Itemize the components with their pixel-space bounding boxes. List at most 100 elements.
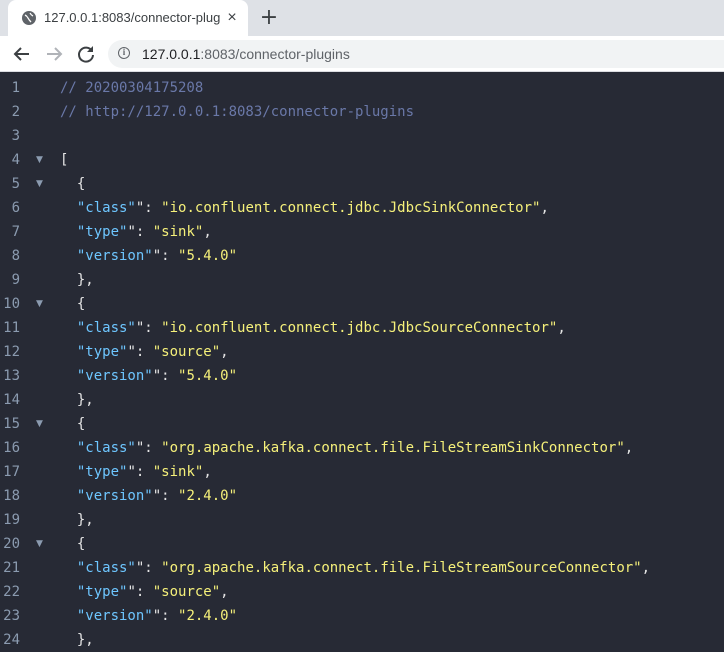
json-string-value: "io.confluent.connect.jdbc.JdbcSinkConne… bbox=[161, 200, 541, 216]
fold-toggle-icon[interactable]: ▼ bbox=[36, 412, 46, 436]
code-text: "version"": "2.4.0" bbox=[76, 608, 238, 624]
code-line: 4 ▼ [ bbox=[0, 148, 724, 172]
line-number: 22 bbox=[3, 584, 20, 600]
line-number: 17 bbox=[3, 464, 20, 480]
code-text: "version"": "5.4.0" bbox=[76, 368, 238, 384]
code-text: }, bbox=[60, 388, 94, 412]
json-string-value: "sink" bbox=[152, 464, 204, 480]
json-string-value: "2.4.0" bbox=[178, 488, 238, 504]
code-line: 15 ▼ { bbox=[0, 412, 724, 436]
line-number: 10 bbox=[3, 296, 20, 312]
code-text: { bbox=[60, 532, 85, 556]
line-number: 20 bbox=[3, 536, 20, 552]
code-text: { bbox=[60, 292, 85, 316]
browser-tab[interactable]: 127.0.0.1:8083/connector-plugins × bbox=[8, 0, 248, 36]
fold-toggle-icon[interactable]: ▼ bbox=[36, 532, 46, 556]
new-tab-button[interactable]: + bbox=[258, 7, 280, 29]
json-key: "type" bbox=[76, 464, 128, 480]
line-number: 18 bbox=[3, 488, 20, 504]
code-text: [ bbox=[60, 148, 68, 172]
url-host: 127.0.0.1 bbox=[142, 46, 201, 62]
close-icon[interactable]: × bbox=[224, 10, 240, 26]
line-number: 11 bbox=[3, 320, 20, 336]
json-key: "type" bbox=[76, 224, 128, 240]
code-text: "class"": "org.apache.kafka.connect.file… bbox=[76, 440, 634, 456]
code-text: "version"": "2.4.0" bbox=[76, 488, 238, 504]
line-number: 4 bbox=[11, 152, 20, 168]
code-line: 9 }, bbox=[0, 268, 724, 292]
fold-toggle-icon[interactable]: ▼ bbox=[36, 292, 46, 316]
code-text: }, bbox=[60, 508, 94, 532]
code-text: { bbox=[60, 412, 85, 436]
code-line: 8 "version"": "5.4.0" bbox=[0, 244, 724, 268]
json-string-value: "io.confluent.connect.jdbc.JdbcSourceCon… bbox=[161, 320, 558, 336]
line-number: 24 bbox=[3, 632, 20, 648]
json-string-value: "source" bbox=[152, 584, 221, 600]
json-key: "class" bbox=[76, 560, 136, 576]
tab-strip: 127.0.0.1:8083/connector-plugins × + bbox=[0, 0, 724, 36]
fold-toggle-icon[interactable]: ▼ bbox=[36, 172, 46, 196]
code-line: 13 "version"": "5.4.0" bbox=[0, 364, 724, 388]
tab-title: 127.0.0.1:8083/connector-plugins bbox=[44, 10, 220, 25]
code-line: 14 }, bbox=[0, 388, 724, 412]
line-number: 8 bbox=[11, 248, 20, 264]
punctuation: [ bbox=[60, 152, 69, 168]
code-line: 1 // 20200304175208 bbox=[0, 76, 724, 100]
json-key: "type" bbox=[76, 344, 128, 360]
back-arrow-icon[interactable] bbox=[10, 42, 34, 66]
line-number: 3 bbox=[11, 128, 20, 144]
code-line: 12 "type"": "source", bbox=[0, 340, 724, 364]
line-number: 9 bbox=[11, 272, 20, 288]
punctuation: }, bbox=[60, 512, 94, 528]
reload-icon[interactable] bbox=[74, 42, 98, 66]
url-path: :8083/connector-plugins bbox=[200, 46, 350, 62]
line-number: 6 bbox=[11, 200, 20, 216]
address-bar[interactable]: i 127.0.0.1:8083/connector-plugins bbox=[108, 40, 724, 68]
info-icon[interactable]: i bbox=[118, 47, 130, 59]
json-key: "version" bbox=[76, 608, 153, 624]
code-text: { bbox=[60, 172, 85, 196]
code-text: }, bbox=[60, 628, 94, 652]
line-number: 19 bbox=[3, 512, 20, 528]
json-key: "class" bbox=[76, 320, 136, 336]
code-text: "version"": "5.4.0" bbox=[76, 248, 238, 264]
code-line: 10 ▼ { bbox=[0, 292, 724, 316]
json-viewer: 1 // 20200304175208 2 // http://127.0.0.1:8… bbox=[0, 72, 724, 652]
code-line: 19 }, bbox=[0, 508, 724, 532]
globe-icon bbox=[22, 11, 36, 25]
json-key: "version" bbox=[76, 488, 153, 504]
fold-toggle-icon[interactable]: ▼ bbox=[36, 148, 46, 172]
line-number: 13 bbox=[3, 368, 20, 384]
code-line: 23 "version"": "2.4.0" bbox=[0, 604, 724, 628]
punctuation: { bbox=[60, 416, 86, 432]
punctuation: }, bbox=[60, 632, 94, 648]
json-key: "class" bbox=[76, 440, 136, 456]
code-line: 3 bbox=[0, 124, 724, 148]
line-number: 14 bbox=[3, 392, 20, 408]
forward-arrow-icon[interactable] bbox=[42, 42, 66, 66]
code-line: 6 "class"": "io.confluent.connect.jdbc.J… bbox=[0, 196, 724, 220]
json-key: "class" bbox=[76, 200, 136, 216]
code-text: }, bbox=[60, 268, 94, 292]
punctuation: , bbox=[540, 200, 549, 216]
url-text[interactable]: 127.0.0.1:8083/connector-plugins bbox=[142, 46, 350, 62]
code-text: "type"": "source", bbox=[76, 344, 229, 360]
line-number: 7 bbox=[11, 224, 20, 240]
line-number: 23 bbox=[3, 608, 20, 624]
code-line: 22 "type"": "source", bbox=[0, 580, 724, 604]
punctuation: , bbox=[220, 584, 229, 600]
code-line: 2 // http://127.0.0.1:8083/connector-plug… bbox=[0, 100, 724, 124]
punctuation: }, bbox=[60, 392, 94, 408]
json-string-value: "2.4.0" bbox=[178, 608, 238, 624]
comment: // 20200304175208 bbox=[60, 80, 204, 96]
line-number: 12 bbox=[3, 344, 20, 360]
code-line: 16 "class"": "org.apache.kafka.connect.f… bbox=[0, 436, 724, 460]
punctuation: }, bbox=[60, 272, 94, 288]
json-key: "type" bbox=[76, 584, 128, 600]
browser-toolbar: i 127.0.0.1:8083/connector-plugins bbox=[0, 36, 724, 72]
json-key: "version" bbox=[76, 368, 153, 384]
json-string-value: "source" bbox=[152, 344, 221, 360]
punctuation: , bbox=[203, 464, 212, 480]
code-text: "class"": "io.confluent.connect.jdbc.Jdb… bbox=[76, 320, 566, 336]
line-number: 2 bbox=[11, 104, 20, 120]
